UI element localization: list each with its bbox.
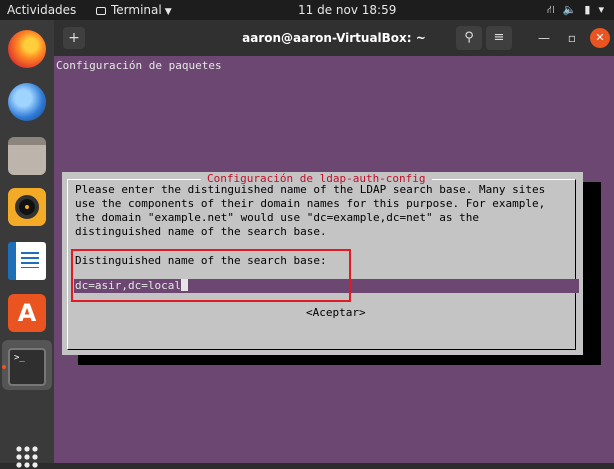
app-grid-icon[interactable] [15,445,39,469]
software-icon[interactable]: A [8,294,46,332]
app-menu-button[interactable]: Terminal ▼ [96,0,172,20]
title-bar[interactable]: + aaron@aaron-VirtualBox: ~ ⚲ ≡ — ▫ ✕ [54,20,614,56]
system-tray[interactable]: ⛙ 🔈 ▮ ▾ [539,0,604,20]
minimize-button[interactable]: — [534,28,554,48]
top-bar: Actividades Terminal ▼ 11 de nov 18:59 ⛙ 🔈… [0,0,614,20]
terminal-icon [96,7,106,15]
document-lines [21,252,39,268]
menu-button[interactable]: ≡ [486,26,512,50]
firefox-icon[interactable] [8,30,46,68]
search-button[interactable]: ⚲ [456,26,482,50]
network-icon: ⛙ [546,3,555,16]
files-icon[interactable] [8,137,46,175]
annotation-highlight [71,249,351,302]
chevron-down-icon: ▼ [164,7,172,17]
battery-icon: ▮ [584,3,591,16]
terminal-window: + aaron@aaron-VirtualBox: ~ ⚲ ≡ — ▫ ✕ Co… [54,20,614,463]
volume-icon: 🔈 [562,3,577,16]
activities-button[interactable]: Actividades [7,0,76,20]
search-icon: ⚲ [464,30,474,45]
new-tab-button[interactable]: + [63,27,85,49]
app-menu-label: Terminal [111,3,162,17]
page-title: Configuración de paquetes [56,59,222,72]
dock: A >_ [0,20,54,469]
accept-button[interactable]: <Aceptar> [306,306,366,320]
clock[interactable]: 11 de nov 18:59 [298,0,396,20]
running-indicator [2,365,6,369]
close-button[interactable]: ✕ [590,28,610,48]
thunderbird-icon[interactable] [8,83,46,121]
dialog-message: Please enter the distinguished name of t… [75,183,546,238]
speaker-ring [15,195,39,219]
window-title: aaron@aaron-VirtualBox: ~ [242,31,426,45]
rhythmbox-icon[interactable] [8,188,46,226]
terminal-icon[interactable]: >_ [8,348,46,386]
chevron-down-icon: ▾ [598,3,604,16]
writer-icon[interactable] [8,242,46,280]
maximize-button[interactable]: ▫ [562,28,582,48]
